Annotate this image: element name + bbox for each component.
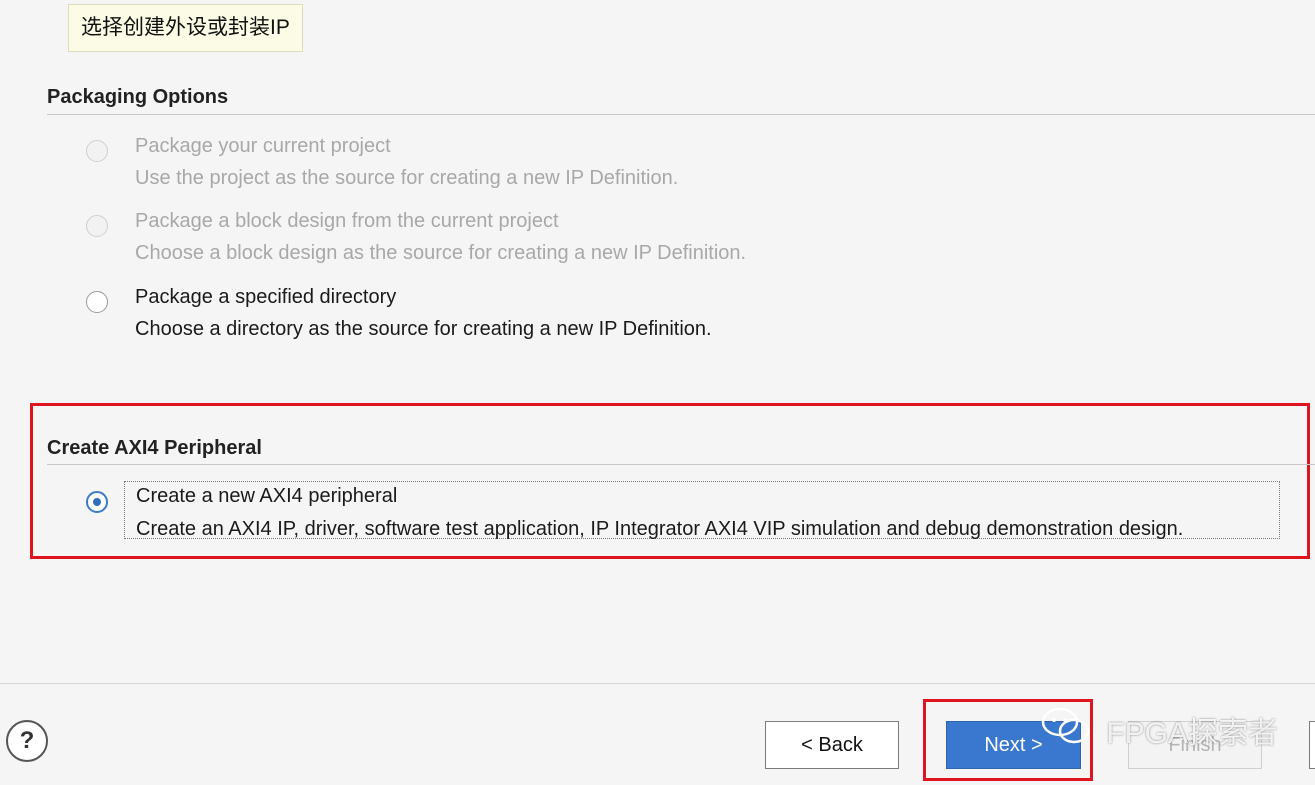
footer-divider (0, 683, 1315, 684)
back-button[interactable]: < Back (765, 721, 899, 769)
radio-package-block-design[interactable] (86, 215, 108, 237)
radio-package-current-project[interactable] (86, 140, 108, 162)
help-button[interactable]: ? (6, 720, 48, 762)
radio-selected-dot (93, 498, 101, 506)
option-package-specified-directory-label: Package a specified directory (135, 286, 397, 308)
wechat-icon (1040, 706, 1092, 754)
option-create-axi4-label: Create a new AXI4 peripheral (136, 485, 398, 507)
option-package-block-design-label: Package a block design from the current … (135, 210, 559, 232)
option-package-block-design-desc: Choose a block design as the source for … (135, 242, 747, 264)
question-mark-icon: ? (19, 727, 35, 754)
option-package-current-project-desc: Use the project as the source for creati… (135, 167, 679, 189)
create-axi4-heading: Create AXI4 Peripheral (47, 437, 262, 459)
option-package-current-project-label: Package your current project (135, 135, 391, 157)
tooltip: 选择创建外设或封装IP (68, 4, 303, 52)
cancel-button-partial[interactable] (1309, 721, 1315, 769)
packaging-options-heading: Packaging Options (47, 86, 229, 108)
radio-package-specified-directory[interactable] (86, 291, 108, 313)
option-package-specified-directory-desc: Choose a directory as the source for cre… (135, 318, 712, 340)
option-create-axi4-desc: Create an AXI4 IP, driver, software test… (136, 518, 1184, 540)
radio-create-axi4-peripheral[interactable] (86, 491, 108, 513)
watermark: FPGA探索者 (1040, 706, 1278, 750)
create-axi4-divider (47, 464, 1315, 465)
watermark-text: FPGA探索者 (1106, 717, 1279, 750)
packaging-options-divider (47, 114, 1315, 115)
